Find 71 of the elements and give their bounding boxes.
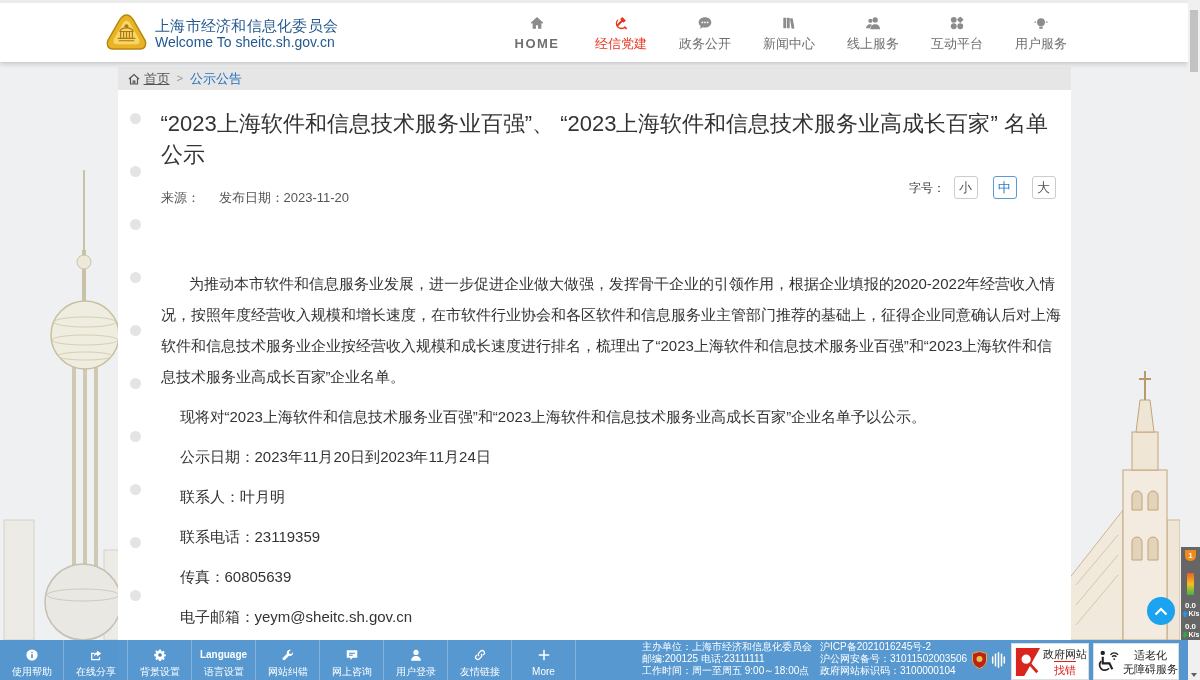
- site-subtitle: Welcome To sheitc.sh.gov.cn: [155, 34, 336, 50]
- toolbar-button[interactable]: 在线分享: [64, 640, 128, 680]
- breadcrumb-link[interactable]: 首页: [143, 70, 170, 87]
- toolbar-button[interactable]: 使用帮助: [0, 640, 64, 680]
- chevron-up-icon: [1154, 606, 1168, 616]
- wrench-icon: [281, 649, 294, 661]
- paragraph: 联系人：叶月明: [179, 487, 285, 507]
- toolbar-button[interactable]: Language 语言设置: [192, 640, 256, 680]
- notification-badge: 1: [1185, 550, 1196, 561]
- nav-tab[interactable]: 新闻中心: [747, 3, 831, 62]
- lightbulb-icon: [1034, 16, 1048, 30]
- share-icon: [89, 649, 102, 661]
- font-size-option[interactable]: 大: [1031, 176, 1056, 199]
- paragraph: 联系电话：23119359: [179, 527, 321, 547]
- footer-text: 邮编:200125 电话:23111111: [642, 653, 766, 665]
- font-size-option[interactable]: 中: [992, 176, 1017, 199]
- paragraph: 为推动本市软件和信息服务业发展，进一步促进企业做大做强，发挥骨干企业的引领作用，根据企业填报的2020-2022年经营收入情况，按照年度经营收入规模和增长速度，在市软件行业协会和各区软件和信息服务业主管部门推荐的基础上，征得企业同意确认后对上海软件和信息技术服务业企业按经营收入规模和成长速度进行排名，梳理出了“2023上海软件和信息技术服务业百强”和“2023上海软件和信息技术服务业高成长百家”企业名单。: [160, 274, 1062, 387]
- plus-icon: [537, 649, 550, 661]
- paragraph: 电子邮箱：yeym@sheitc.sh.gov.cn: [179, 607, 412, 627]
- site-title: 上海市经济和信息化委员会: [155, 15, 338, 35]
- toolbar-button[interactable]: More: [512, 640, 576, 680]
- paragraph: 公示日期：2023年11月20日到2023年11月24日: [179, 447, 491, 467]
- paragraph: 现将对“2023上海软件和信息技术服务业百强”和“2023上海软件和信息技术服务业高成长百家”企业名单予以公示。: [179, 407, 927, 427]
- chat-bubble-icon: [698, 16, 712, 30]
- accessibility-link[interactable]: 适老化 无障碍服务: [1093, 643, 1180, 680]
- paragraph: 传真：60805639: [179, 567, 292, 587]
- nav-tab[interactable]: 政务公开: [663, 3, 747, 62]
- scroll-down-icon[interactable]: [1191, 673, 1197, 677]
- footer-text: 政府网站标识码：3100000104: [820, 665, 957, 677]
- users-icon: [866, 16, 880, 30]
- striped-emblem-icon: [991, 651, 1007, 669]
- comment-icon: [345, 649, 358, 661]
- info-icon: [25, 649, 38, 661]
- source-label: 来源：: [160, 190, 201, 206]
- rate-value: 0.0: [1184, 622, 1197, 631]
- toolbar-button[interactable]: 友情链接: [448, 640, 512, 680]
- breadcrumb-link[interactable]: 公示公告: [189, 70, 242, 87]
- nav-tab[interactable]: 线上服务: [831, 3, 915, 62]
- wheelchair-icon: [1097, 649, 1121, 674]
- books-icon: [782, 16, 796, 30]
- emblem-logo[interactable]: [105, 13, 148, 52]
- breadcrumb-separator: >: [176, 71, 183, 87]
- magnifier-flag-icon: [1015, 646, 1042, 677]
- scrollbar-thumb[interactable]: [1190, 10, 1198, 72]
- footer-text: 沪ICP备2021016245号-2: [820, 641, 933, 653]
- font-size-option[interactable]: 小: [953, 176, 978, 199]
- toolbar-button[interactable]: 用户登录: [384, 640, 448, 680]
- rate-value: 0.0: [1184, 601, 1197, 610]
- nav-tab[interactable]: 经信党建: [579, 3, 663, 62]
- nav-tab[interactable]: 互动平台: [915, 3, 999, 62]
- nav-tab[interactable]: HOME: [495, 3, 579, 62]
- article-title: “2023上海软件和信息技术服务业百强”、 “2023上海软件和信息技术服务业高成长百家” 名单公示: [160, 110, 1049, 169]
- toolbar-button[interactable]: 网上咨询: [320, 640, 384, 680]
- font-size-label: 字号：: [908, 179, 945, 197]
- user-icon: [409, 649, 422, 661]
- home-icon: [530, 16, 544, 30]
- toolbar-button[interactable]: 背景设置: [128, 640, 192, 680]
- shield-emblem-icon: [972, 651, 988, 669]
- footer-text: 工作时间：周一至周五 9:00～18:00点: [642, 665, 811, 677]
- footer-text: 沪公网安备号：31011502003506: [820, 653, 968, 665]
- toolbar-button[interactable]: 网站纠错: [256, 640, 320, 680]
- footer-text: 主办单位：上海市经济和信息化委员会: [642, 641, 812, 653]
- publish-date: 发布日期：2023-11-20: [218, 190, 350, 206]
- gear-icon: [153, 649, 166, 661]
- error-report-link[interactable]: 政府网站 找错: [1011, 643, 1090, 680]
- four-shapes-icon: [950, 16, 964, 30]
- gradient-meter-icon: [1187, 573, 1194, 595]
- link-icon: [473, 649, 486, 661]
- home-icon: [127, 72, 140, 85]
- nav-tab[interactable]: 用户服务: [999, 3, 1083, 62]
- hammer-sickle-icon: [614, 16, 628, 30]
